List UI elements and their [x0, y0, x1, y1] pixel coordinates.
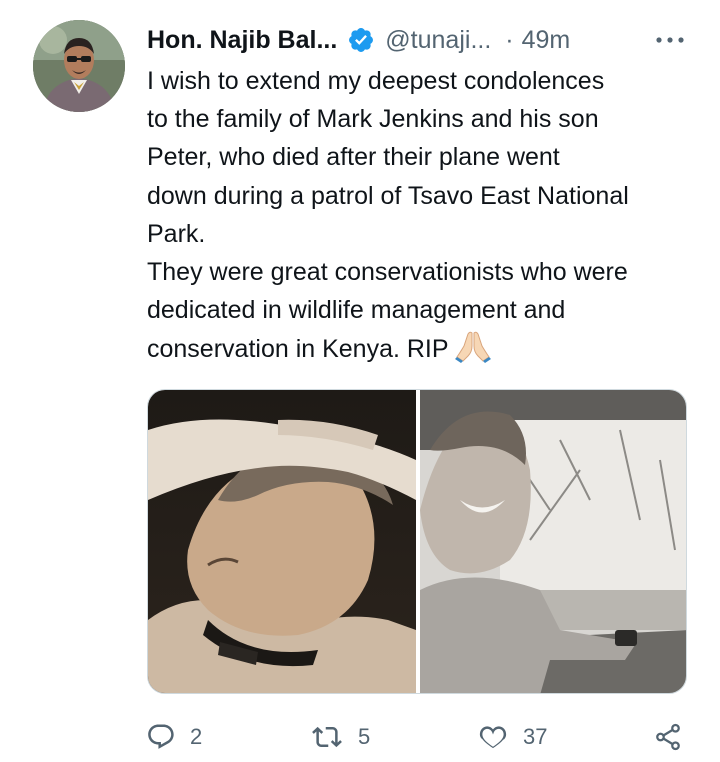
- retweet-count: 5: [358, 724, 371, 749]
- tweet-text-line: Peter, who died after their plane went: [147, 143, 560, 172]
- tweet-text-line: dedicated in wildlife management and: [147, 296, 566, 325]
- tweet-text-line: to the family of Mark Jenkins and his so…: [147, 105, 599, 134]
- reply-icon: [148, 724, 174, 749]
- tweet-actions: 2 5 37: [0, 715, 720, 759]
- folded-hands-icon: [454, 329, 491, 364]
- tweet-header: Hon. Najib Bal... @tunaji... · 49m: [147, 22, 570, 58]
- author-handle[interactable]: @tunaji...: [385, 26, 491, 55]
- more-options-icon[interactable]: [654, 32, 686, 48]
- tweet-text-line-last: conservation in Kenya. RIP: [147, 329, 707, 368]
- reply-count: 2: [190, 724, 203, 749]
- tweet-text: I wish to extend my deepest condolences …: [147, 62, 707, 369]
- retweet-icon: [312, 726, 342, 748]
- verified-badge-icon: [347, 26, 375, 54]
- author-name[interactable]: Hon. Najib Bal...: [147, 26, 337, 55]
- timestamp[interactable]: 49m: [522, 26, 571, 55]
- share-button[interactable]: [653, 715, 683, 759]
- reply-button[interactable]: 2: [146, 715, 202, 759]
- separator-dot: ·: [505, 25, 514, 54]
- tweet-text-line: Park.: [147, 219, 206, 248]
- heart-icon: [479, 726, 507, 749]
- avatar[interactable]: [33, 20, 125, 112]
- share-icon: [656, 723, 680, 751]
- photo-man-hands-on-head[interactable]: [148, 390, 416, 693]
- tweet-text-line: I wish to extend my deepest condolences: [147, 67, 605, 95]
- retweet-button[interactable]: 5: [310, 715, 370, 759]
- photo-young-man-in-car[interactable]: [420, 390, 686, 693]
- tweet-text-line: They were great conservationists who wer…: [147, 258, 628, 287]
- tweet[interactable]: Hon. Najib Bal... @tunaji... · 49m I wis…: [0, 0, 720, 762]
- media-grid[interactable]: [147, 389, 687, 694]
- tweet-text-line: down during a patrol of Tsavo East Natio…: [147, 181, 629, 210]
- like-button[interactable]: 37: [477, 715, 547, 759]
- like-count: 37: [523, 724, 548, 749]
- avatar-image: [33, 20, 125, 112]
- tweet-text-line: conservation in Kenya. RIP: [147, 335, 449, 364]
